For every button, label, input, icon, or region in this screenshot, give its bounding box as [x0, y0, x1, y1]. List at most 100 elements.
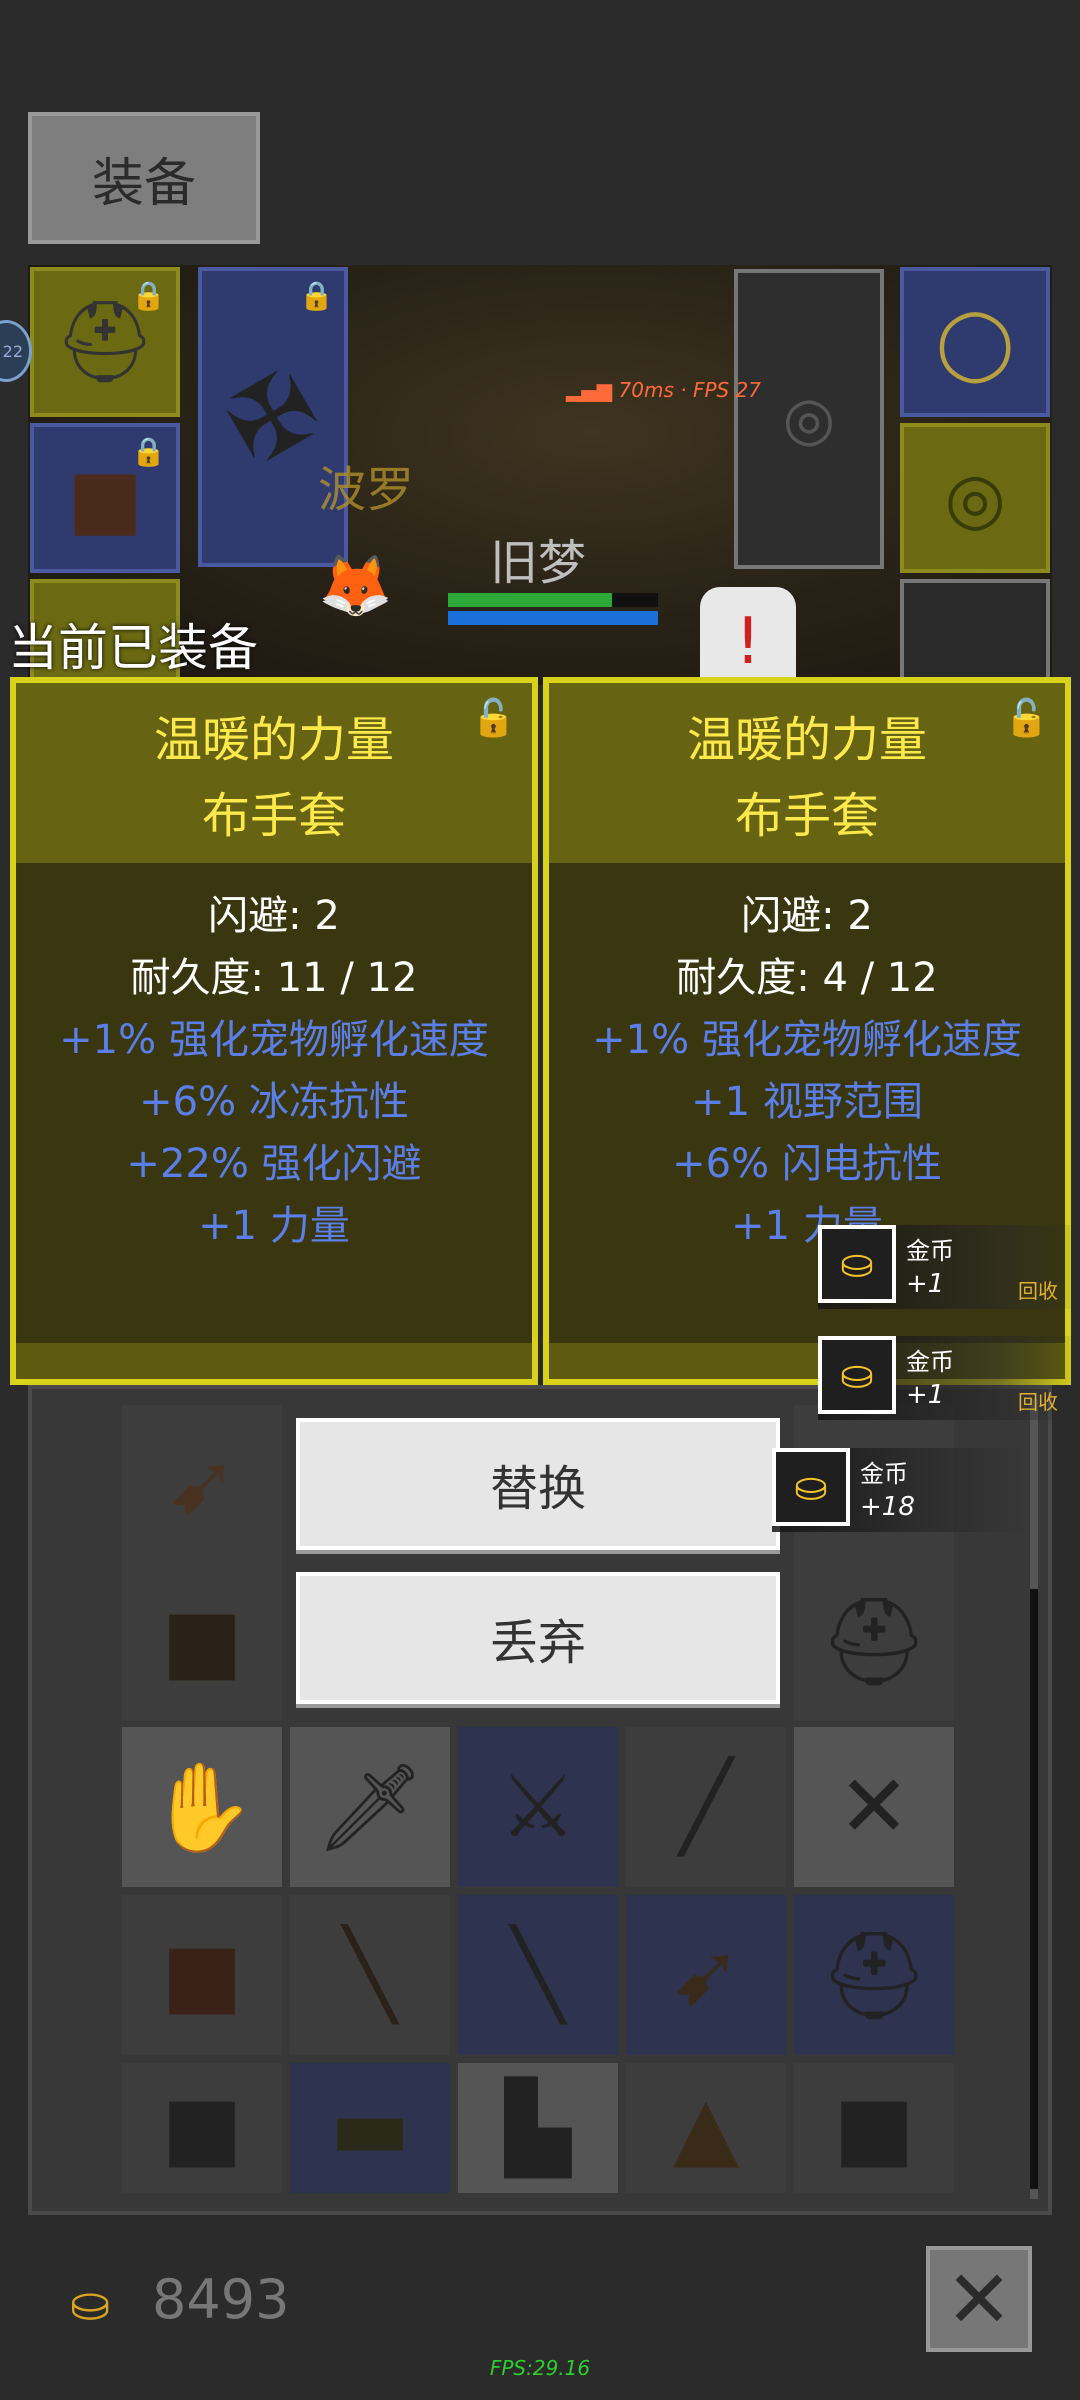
- bonus-line: +1 视野范围: [691, 1079, 923, 1125]
- npc-name: 波罗: [318, 462, 415, 518]
- item-stats: 闪避: 2 耐久度: 4 / 12 +1% 强化宠物孵化速度 +1 视野范围 +…: [549, 863, 1065, 1257]
- recycle-link[interactable]: 回收: [1018, 1275, 1058, 1304]
- stat-line: 耐久度: 4 / 12: [676, 955, 938, 1001]
- bonus-line: +6% 闪电抗性: [672, 1141, 942, 1187]
- close-icon: ✕: [945, 2252, 1013, 2346]
- armor-icon: ■: [161, 2078, 243, 2178]
- unlock-icon[interactable]: 🔓: [1004, 697, 1049, 739]
- halberd-item[interactable]: ⚔: [458, 1727, 618, 1887]
- fps-counter: FPS:29.16: [489, 2356, 591, 2380]
- spear-icon: ╱: [680, 1757, 732, 1857]
- bonus-line: +1% 强化宠物孵化速度: [592, 1017, 1022, 1063]
- lock-icon: 🔒: [131, 279, 166, 312]
- armor-item[interactable]: ■: [794, 2063, 954, 2193]
- boots-item[interactable]: ▙: [458, 2063, 618, 2193]
- bow-icon: ➹: [669, 1925, 743, 2025]
- item-prefix: 温暖的力量: [686, 712, 927, 768]
- stat-line: 闪避: 2: [741, 893, 873, 939]
- recycle-link[interactable]: 回收: [1018, 1386, 1058, 1415]
- mace-item[interactable]: ╲: [458, 1895, 618, 2055]
- weapon-slot[interactable]: ✠ 🔒: [198, 267, 348, 567]
- halberd-icon: ⚔: [499, 1757, 577, 1857]
- club-item[interactable]: ╲: [290, 1895, 450, 2055]
- health-bar: [448, 593, 612, 607]
- armor-item[interactable]: ■: [122, 1561, 282, 1721]
- cap-icon: ▬: [329, 2078, 411, 2178]
- bow-item[interactable]: ➹: [626, 1895, 786, 2055]
- stat-line: 闪避: 2: [208, 893, 340, 939]
- boot-icon: ▙: [504, 2078, 572, 2178]
- armor-icon: ■: [161, 1591, 243, 1691]
- discard-button[interactable]: 丢弃: [296, 1572, 780, 1704]
- spear-item[interactable]: ╱: [626, 1727, 786, 1887]
- toast-title: 金币: [860, 1460, 908, 1488]
- armor-slot[interactable]: ■ 🔒: [30, 423, 180, 573]
- helmet-slot[interactable]: ⛑ 🔒: [30, 267, 180, 417]
- signal-icon: ▂▄▆: [566, 378, 613, 402]
- club-icon: ╲: [344, 1925, 396, 2025]
- amulet-slot[interactable]: ◯: [900, 267, 1050, 417]
- mace-icon: ╲: [512, 1925, 564, 2025]
- bonus-line: +1% 强化宠物孵化速度: [59, 1017, 489, 1063]
- helmet-item[interactable]: ⛑: [794, 1895, 954, 2055]
- bow-item[interactable]: ➹: [122, 1405, 282, 1565]
- item-name: 布手套: [734, 788, 879, 844]
- ring-slot[interactable]: ◎: [900, 423, 1050, 573]
- horned-helmet-icon: ⛑: [819, 1591, 929, 1692]
- network-status: ▂▄▆ 70ms · FPS 27: [566, 378, 761, 402]
- lock-icon: 🔒: [299, 279, 334, 312]
- unlock-icon[interactable]: 🔓: [471, 697, 516, 739]
- toast-amount: +1: [906, 1380, 945, 1410]
- item-prefix: 温暖的力量: [153, 712, 394, 768]
- hood-item[interactable]: ▲: [626, 2063, 786, 2193]
- helmet-item[interactable]: ▬: [290, 2063, 450, 2193]
- equipment-tab[interactable]: 装备: [28, 112, 260, 244]
- creature-icon: 🦊: [318, 551, 393, 621]
- coin-toast: ⛀ 金币 +18: [772, 1448, 1032, 1532]
- glove-icon: ✋: [148, 1757, 256, 1858]
- item-title: 温暖的力量 布手套: [549, 683, 1065, 863]
- dagger-item[interactable]: 🗡: [290, 1727, 450, 1887]
- mana-bar: [448, 611, 658, 625]
- equipped-item-panel: 🔓 温暖的力量 布手套 闪避: 2 耐久度: 11 / 12 +1% 强化宠物孵…: [10, 677, 538, 1385]
- toast-amount: +18: [860, 1492, 915, 1522]
- bow-icon: ➹: [165, 1435, 239, 1535]
- item-stats: 闪避: 2 耐久度: 11 / 12 +1% 强化宠物孵化速度 +6% 冰冻抗性…: [16, 863, 532, 1257]
- armor-icon: ■: [833, 2078, 915, 2178]
- crossed-spears-item[interactable]: ✕: [794, 1727, 954, 1887]
- toast-title: 金币: [906, 1237, 954, 1265]
- coin-toast: ⛀ 金币 +1 回收: [818, 1225, 1078, 1309]
- panel-footer: [16, 1343, 532, 1379]
- bonus-line: +22% 强化闪避: [126, 1141, 422, 1187]
- bonus-line: +6% 冰冻抗性: [139, 1079, 409, 1125]
- coin-toast: ⛀ 金币 +1 回收: [818, 1336, 1078, 1420]
- scrollbar-thumb[interactable]: [1030, 1589, 1038, 2189]
- shield-outline-icon: ◎: [782, 384, 836, 454]
- close-button[interactable]: ✕: [926, 2246, 1032, 2352]
- artifact-slot[interactable]: [900, 579, 1050, 685]
- toast-amount: +1: [906, 1269, 945, 1299]
- player-name: 旧梦: [490, 535, 587, 591]
- horned-helmet-icon: ⛑: [819, 1925, 929, 2026]
- armor-icon: ■: [161, 1925, 243, 2025]
- gold-coins-icon: ⛀: [70, 2276, 111, 2332]
- crossed-spears-icon: ✕: [837, 1757, 911, 1857]
- bonus-line: +1 力量: [198, 1203, 350, 1249]
- amulet-icon: ◯: [935, 301, 1015, 383]
- hood-icon: ▲: [672, 2078, 740, 2178]
- gloves-item[interactable]: ✋: [122, 1727, 282, 1887]
- gold-coins-icon: ⛀: [818, 1225, 896, 1303]
- armor-item[interactable]: ■: [122, 2063, 282, 2193]
- ring-icon: ◎: [944, 457, 1006, 539]
- alert-icon[interactable]: !: [700, 587, 796, 685]
- lock-icon: 🔒: [131, 435, 166, 468]
- replace-button[interactable]: 替换: [296, 1418, 780, 1550]
- stat-line: 耐久度: 11 / 12: [130, 955, 418, 1001]
- gold-coins-icon: ⛀: [772, 1448, 850, 1526]
- offhand-slot[interactable]: ◎: [734, 269, 884, 569]
- armor-item[interactable]: ■: [122, 1895, 282, 2055]
- network-status-text: 70ms · FPS 27: [618, 378, 762, 402]
- current-equipped-label: 当前已装备: [8, 619, 258, 677]
- toast-title: 金币: [906, 1348, 954, 1376]
- helmet-item[interactable]: ⛑: [794, 1561, 954, 1721]
